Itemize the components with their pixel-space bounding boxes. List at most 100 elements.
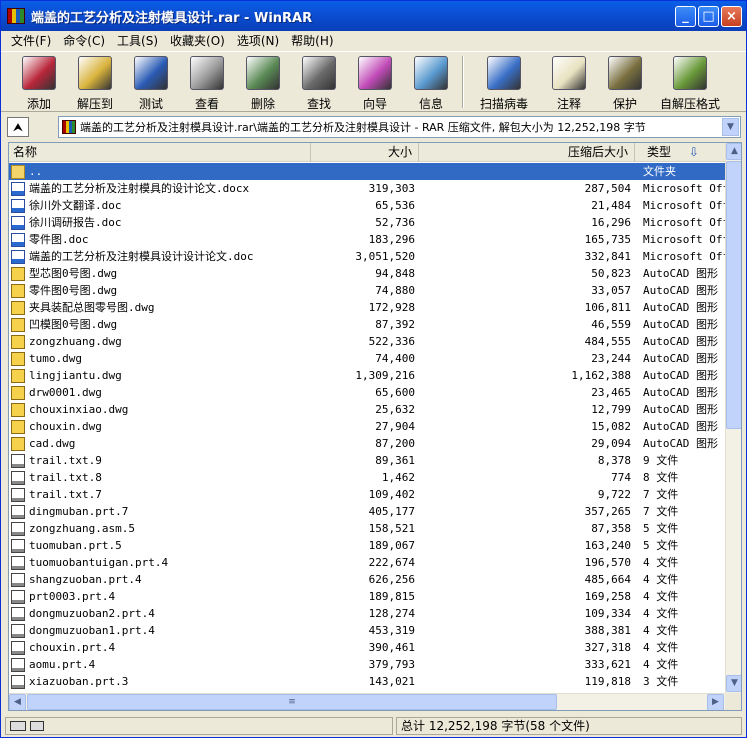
address-dropdown-button[interactable]: ▼ (722, 118, 739, 136)
minimize-button[interactable]: _ (675, 6, 696, 27)
list-header: 名称 大小 压缩后大小 类型 ⇩ (9, 143, 725, 162)
file-type: 4 文件 (643, 573, 679, 586)
drive-icon[interactable] (10, 721, 26, 731)
toolbar-label: 解压到 (76, 97, 113, 111)
status-total: 总计 12,252,198 字节(58 个文件) (396, 717, 742, 735)
file-type: 9 文件 (643, 454, 679, 467)
file-row[interactable]: 凹模图0号图.dwg 87,392 46,559 AutoCAD 图形 (9, 316, 725, 333)
file-row[interactable]: trail.txt.7 109,402 9,722 7 文件 (9, 486, 725, 503)
file-row[interactable]: tuomuobantuigan.prt.4 222,674 196,570 4 文件 (9, 554, 725, 571)
menu-options[interactable]: 选项(N) (231, 32, 285, 49)
file-row[interactable]: drw0001.dwg 65,600 23,465 AutoCAD 图形 (9, 384, 725, 401)
file-row[interactable]: xiazuoban.prt.3 143,021 119,818 3 文件 (9, 673, 725, 690)
scroll-down-button[interactable]: ▼ (726, 675, 741, 692)
file-name-cell: xiazuoban.prt.3 (11, 673, 311, 690)
toolbar-button-find-binoculars[interactable]: 查找 (291, 52, 347, 112)
file-packed-size: 169,258 (584, 590, 631, 603)
menu-file[interactable]: 文件(F) (5, 32, 57, 49)
file-row[interactable]: 零件图0号图.dwg 74,880 33,057 AutoCAD 图形 (9, 282, 725, 299)
file-type: AutoCAD 图形 (643, 369, 718, 382)
horizontal-scrollbar[interactable]: ◀ ≡ ▶ (9, 693, 725, 710)
file-row[interactable]: chouxin.prt.4 390,461 327,318 4 文件 (9, 639, 725, 656)
file-row[interactable]: cad.dwg 87,200 29,094 AutoCAD 图形 (9, 435, 725, 452)
file-row[interactable]: trail.txt.8 1,462 774 8 文件 (9, 469, 725, 486)
close-button[interactable]: × (721, 6, 742, 27)
up-folder-button[interactable]: ⮝ (7, 117, 29, 137)
toolbar-label: 扫描病毒 (479, 97, 528, 111)
scroll-left-button[interactable]: ◀ (9, 694, 26, 710)
menu-commands[interactable]: 命令(C) (57, 32, 111, 49)
file-type: 4 文件 (643, 658, 679, 671)
dwg-file-icon (11, 317, 25, 332)
file-row[interactable]: chouxin.dwg 27,904 15,082 AutoCAD 图形 (9, 418, 725, 435)
file-row[interactable]: 徐川外文翻译.doc 65,536 21,484 Microsoft Office (9, 197, 725, 214)
file-name-cell: dongmuzuoban2.prt.4 (11, 605, 311, 622)
vertical-scroll-thumb[interactable] (726, 161, 741, 429)
file-row[interactable]: 零件图.doc 183,296 165,735 Microsoft Office (9, 231, 725, 248)
menu-tools[interactable]: 工具(S) (111, 32, 164, 49)
toolbar-button-add-archive[interactable]: 添加 (11, 52, 67, 112)
file-row[interactable]: tumo.dwg 74,400 23,244 AutoCAD 图形 (9, 350, 725, 367)
file-packed-size: 50,823 (591, 267, 631, 280)
toolbar-button-comment-pen[interactable]: 注释 (541, 52, 597, 112)
file-row[interactable]: lingjiantu.dwg 1,309,216 1,162,388 AutoCAD … (9, 367, 725, 384)
file-row[interactable]: shangzuoban.prt.4 626,256 485,664 4 文件 (9, 571, 725, 588)
file-packed-size: 9,722 (597, 488, 631, 501)
toolbar-button-view-glasses[interactable]: 查看 (179, 52, 235, 112)
file-row[interactable]: 端盖的工艺分析及注射模具设计设计论文.doc 3,051,520 332,841 Mi… (9, 248, 725, 265)
toolbar-button-wizard[interactable]: 向导 (347, 52, 403, 112)
address-combo[interactable]: 端盖的工艺分析及注射模具设计.rar\端盖的工艺分析及注射模具设计 - RAR … (58, 116, 741, 138)
scroll-right-button[interactable]: ▶ (707, 694, 724, 710)
file-size: 89,361 (375, 454, 415, 467)
key-icon[interactable] (30, 721, 44, 731)
file-row[interactable]: zongzhuang.dwg 522,336 484,555 AutoCAD 图形 (9, 333, 725, 350)
file-row[interactable]: dingmuban.prt.7 405,177 357,265 7 文件 (9, 503, 725, 520)
toolbar-button-virus-scan[interactable]: 扫描病毒 (467, 52, 541, 112)
scroll-up-button[interactable]: ▲ (726, 143, 741, 160)
file-row[interactable]: prt0003.prt.4 189,815 169,258 4 文件 (9, 588, 725, 605)
toolbar-button-protect-shield[interactable]: 保护 (597, 52, 653, 112)
file-type: AutoCAD 图形 (643, 318, 718, 331)
file-packed-size: 1,162,388 (571, 369, 631, 382)
menu-favorites[interactable]: 收藏夹(O) (164, 32, 231, 49)
file-name-cell: chouxin.dwg (11, 418, 311, 435)
vertical-scrollbar[interactable]: ▲ ▼ (725, 143, 741, 693)
toolbar-button-test-archive[interactable]: 测试 (123, 52, 179, 112)
file-name: 徐川外文翻译.doc (29, 199, 122, 212)
file-row[interactable]: 徐川调研报告.doc 52,736 16,296 Microsoft Office (9, 214, 725, 231)
file-name: xiazuoban.prt.3 (29, 675, 129, 688)
toolbar-button-info[interactable]: 信息 (403, 52, 459, 112)
file-row[interactable]: 夹具装配总图零号图.dwg 172,928 106,811 AutoCAD 图形 (9, 299, 725, 316)
file-row[interactable]: dongmuzuoban2.prt.4 128,274 109,334 4 文件 (9, 605, 725, 622)
column-size[interactable]: 大小 (311, 143, 419, 162)
file-row[interactable]: dongmuzuoban1.prt.4 453,319 388,381 4 文件 (9, 622, 725, 639)
file-type: AutoCAD 图形 (643, 301, 718, 314)
file-row[interactable]: chouxinxiao.dwg 25,632 12,799 AutoCAD 图形 (9, 401, 725, 418)
parent-folder-row[interactable]: .. 文件夹 (9, 163, 725, 180)
file-name-cell: .. (11, 163, 311, 180)
file-row[interactable]: trail.txt.9 89,361 8,378 9 文件 (9, 452, 725, 469)
dwg-file-icon (11, 385, 25, 400)
file-type: 5 文件 (643, 522, 679, 535)
toolbar-button-sfx[interactable]: 自解压格式 (653, 52, 727, 112)
maximize-button[interactable]: □ (698, 6, 719, 27)
title-bar[interactable]: 端盖的工艺分析及注射模具设计.rar - WinRAR _ □ × (1, 1, 746, 31)
file-name-cell: 零件图.doc (11, 231, 311, 248)
toolbar-button-extract-to-folder[interactable]: 解压到 (67, 52, 123, 112)
file-row[interactable]: tuomuban.prt.5 189,067 163,240 5 文件 (9, 537, 725, 554)
file-row[interactable]: 型芯图0号图.dwg 94,848 50,823 AutoCAD 图形 (9, 265, 725, 282)
file-row[interactable]: zongzhuang.asm.5 158,521 87,358 5 文件 (9, 520, 725, 537)
file-type: 文件夹 (643, 165, 676, 178)
toolbar-button-delete-recycle[interactable]: 删除 (235, 52, 291, 112)
horizontal-scroll-thumb[interactable]: ≡ (27, 694, 557, 710)
file-type: 4 文件 (643, 590, 679, 603)
file-row[interactable]: aomu.prt.4 379,793 333,621 4 文件 (9, 656, 725, 673)
column-name[interactable]: 名称 (9, 143, 311, 162)
menu-help[interactable]: 帮助(H) (285, 32, 339, 49)
file-packed-size (419, 163, 631, 180)
file-row[interactable]: 端盖的工艺分析及注射模具的设计论文.docx 319,303 287,504 Micr… (9, 180, 725, 197)
column-type-label: 类型 (647, 145, 672, 159)
column-packed[interactable]: 压缩后大小 (419, 143, 635, 162)
file-packed-size: 485,664 (584, 573, 631, 586)
column-type[interactable]: 类型 ⇩ (635, 143, 725, 162)
